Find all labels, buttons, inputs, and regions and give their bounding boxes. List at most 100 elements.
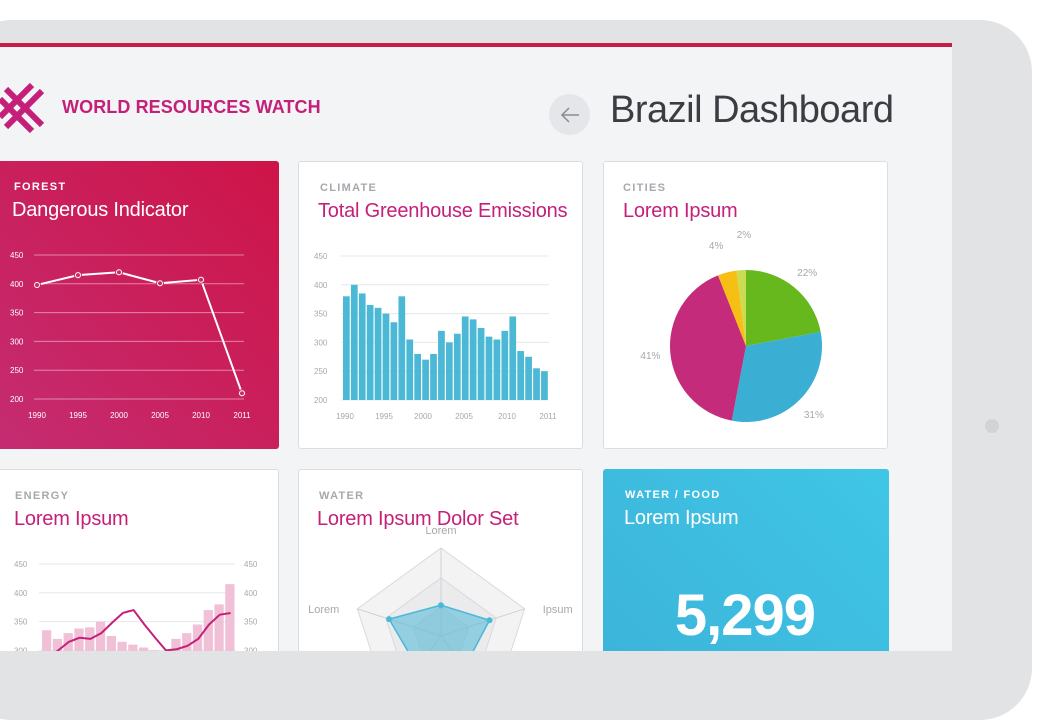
bar (477, 328, 485, 400)
y-tick-label-right: 350 (244, 618, 258, 627)
y-tick-label: 200 (314, 396, 328, 405)
y-tick-label-left: 300 (14, 646, 28, 651)
y-tick-label: 400 (10, 280, 24, 289)
data-point-center (199, 277, 203, 282)
bar (485, 336, 493, 400)
y-tick-label: 400 (314, 281, 328, 290)
x-tick-label: 2000 (110, 411, 128, 420)
slice-label: 31% (804, 410, 824, 421)
y-tick-label: 250 (314, 367, 328, 376)
radar-point (486, 617, 493, 624)
water-card[interactable]: WATER Lorem Ipsum Dolor Set Lorem Ipsum Lo… (298, 469, 583, 651)
card-category: WATER / FOOD (625, 489, 721, 501)
bar (453, 333, 461, 400)
slice-label: 4% (709, 241, 724, 252)
arrow-left-icon (560, 107, 579, 123)
bar (414, 353, 422, 400)
y-tick-label-left: 400 (14, 589, 28, 598)
forest-card[interactable]: FOREST Dangerous Indicator 450 400 350 300 2… (0, 161, 279, 449)
x-tick-label: 2010 (192, 411, 210, 420)
x-tick-label: 1995 (375, 412, 393, 421)
radar-axis-label: Ipsum (543, 604, 573, 616)
bar (128, 644, 138, 651)
bar (366, 304, 374, 400)
y-tick-label: 250 (10, 366, 24, 375)
data-point-center (76, 273, 80, 278)
radar-point (386, 616, 393, 623)
bar (533, 368, 540, 400)
bar (422, 359, 429, 400)
climate-bar-chart: 450 400 350 300 250 200 1990 1995 2000 2005 2010 20… (314, 252, 557, 421)
climate-card[interactable]: CLIMATE Total Greenhouse Emissions 450 40… (298, 161, 583, 449)
water-food-card[interactable]: WATER / FOOD Lorem Ipsum 5,299 (603, 469, 889, 651)
bar (493, 339, 501, 400)
card-title: Lorem Ipsum (624, 507, 739, 529)
x-tick-label: 1990 (28, 411, 46, 420)
x-tick-label: 1990 (336, 412, 354, 421)
y-tick-label-right: 450 (244, 560, 258, 569)
y-tick-label: 450 (314, 252, 328, 261)
bar (106, 636, 116, 651)
y-tick-label: 350 (314, 310, 328, 319)
bar (192, 624, 203, 651)
radar-point (438, 602, 444, 609)
slice-label: 2% (737, 230, 752, 241)
bar (541, 371, 548, 400)
bar (398, 296, 406, 400)
y-tick-label: 450 (10, 251, 24, 260)
y-tick-label: 200 (10, 395, 24, 404)
bar (358, 293, 366, 400)
bar (374, 307, 382, 400)
metric-value: 5,299 (674, 583, 816, 648)
x-tick-label: 1995 (69, 411, 87, 420)
bar (430, 353, 437, 400)
y-tick-label-left: 350 (14, 618, 28, 627)
data-point-center (117, 270, 121, 275)
bar (509, 316, 517, 400)
cities-pie-chart: 22% 31% 41% 4% 2% (640, 230, 824, 422)
bar (406, 339, 414, 400)
back-button[interactable] (549, 94, 590, 135)
bar (350, 284, 358, 400)
bar (225, 584, 235, 651)
y-tick-label-left: 450 (14, 560, 28, 569)
energy-combo-chart: 450 450 400 400 350 350 300 300 (14, 560, 258, 651)
data-point-center (240, 391, 244, 396)
brand-name: WORLD RESOURCES WATCH (62, 97, 321, 117)
y-tick-label-right: 300 (244, 646, 258, 651)
x-tick-label: 2011 (233, 411, 251, 420)
bar (461, 316, 469, 400)
bar (182, 633, 192, 651)
x-tick-label: 2005 (455, 412, 473, 421)
cities-card[interactable]: CITIES Lorem Ipsum 22% 31% 41% 4% 2% (603, 161, 888, 449)
x-tick-label: 2010 (498, 412, 516, 421)
bar (382, 313, 390, 400)
radar-axis-label: Lorem (425, 525, 456, 537)
brand-logo-icon (0, 83, 45, 133)
x-tick-label: 2000 (414, 412, 432, 421)
bar (390, 322, 398, 400)
bar (42, 630, 52, 651)
bar (214, 604, 224, 651)
y-tick-label-right: 400 (244, 589, 258, 598)
bar (517, 351, 525, 400)
series-line (36, 271, 243, 394)
energy-card[interactable]: ENERGY Lorem Ipsum 450 450 400 400 350 350 300… (0, 469, 279, 651)
radar-axis-label: Lorem (308, 604, 339, 616)
accent-bar (0, 43, 952, 47)
bar (525, 356, 532, 400)
bar (469, 319, 477, 400)
data-point-center (35, 282, 39, 287)
bar (438, 330, 445, 400)
slice-label: 41% (640, 351, 660, 362)
page-title: Brazil Dashboard (610, 89, 894, 131)
x-tick-label: 2005 (151, 411, 169, 420)
x-tick-label: 2011 (539, 412, 557, 421)
slice-label: 22% (797, 268, 817, 279)
y-tick-label: 300 (314, 338, 328, 347)
bar (139, 647, 149, 651)
bar (501, 330, 509, 400)
bar (117, 641, 127, 651)
bar (446, 342, 453, 400)
forest-line-chart: 450 400 350 300 250 200 1990 1995 2000 2005 2010 20… (10, 251, 251, 420)
